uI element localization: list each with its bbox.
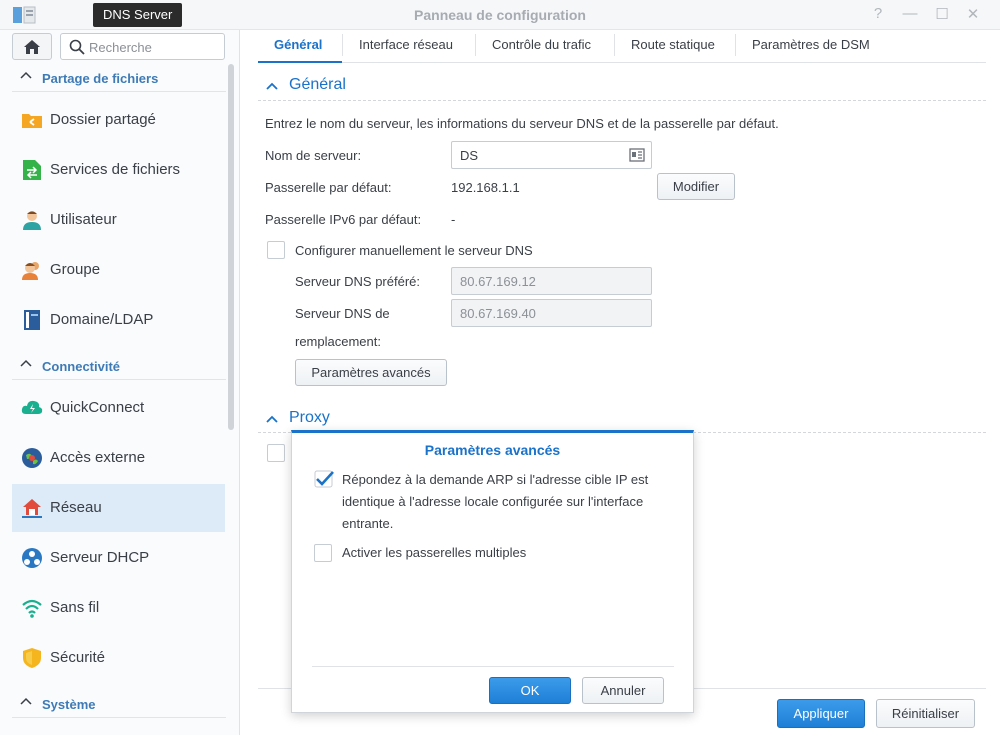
id-card-icon[interactable] <box>629 148 645 162</box>
sidebar-item-user[interactable]: Utilisateur <box>12 196 225 244</box>
home-icon <box>24 39 40 54</box>
alternate-dns-label-cont: remplacement: <box>295 334 381 349</box>
section-connectivity[interactable]: Connectivité <box>12 352 226 380</box>
modify-button[interactable]: Modifier <box>657 173 735 200</box>
chevron-up-icon <box>266 415 278 423</box>
section-system[interactable]: Système <box>12 690 226 718</box>
external-access-icon <box>22 448 42 468</box>
tab-general[interactable]: Général <box>274 37 322 52</box>
shared-folder-icon <box>22 114 42 128</box>
proxy-checkbox[interactable] <box>267 444 285 462</box>
file-services-icon <box>23 160 41 180</box>
sidebar-item-security[interactable]: Sécurité <box>12 634 225 682</box>
tab-static-route[interactable]: Route statique <box>631 37 715 52</box>
default-gateway-label: Passerelle par défaut: <box>265 180 392 195</box>
home-button[interactable] <box>12 33 52 60</box>
multiple-gateways-checkbox[interactable] <box>314 544 332 562</box>
sidebar-item-group[interactable]: Groupe <box>12 246 225 294</box>
wireless-icon <box>22 599 42 618</box>
maximize-icon[interactable]: ☐ <box>932 5 952 23</box>
search-box[interactable] <box>60 33 225 60</box>
user-icon <box>23 211 41 230</box>
title-bar: DNS Server Panneau de configuration ? — … <box>0 0 1000 30</box>
chevron-up-icon <box>20 697 32 705</box>
apply-button[interactable]: Appliquer <box>777 699 865 728</box>
multiple-gateways-label: Activer les passerelles multiples <box>342 545 527 560</box>
sidebar-item-wireless[interactable]: Sans fil <box>12 584 225 632</box>
dhcp-server-icon <box>22 548 42 568</box>
close-icon[interactable]: ✕ <box>963 5 983 23</box>
sidebar: Partage de fichiers Dossier partagé Serv… <box>0 30 240 735</box>
preferred-dns-field[interactable]: 80.67.169.12 <box>451 267 652 295</box>
active-tab-indicator <box>258 61 342 63</box>
arp-option-label-2: identique à l'adresse locale configurée … <box>342 494 644 509</box>
alternate-dns-field[interactable]: 80.67.169.40 <box>451 299 652 327</box>
sidebar-scrollbar[interactable] <box>228 64 234 430</box>
arp-option-label-1: Répondez à la demande ARP si l'adresse c… <box>342 472 649 487</box>
search-icon <box>69 39 85 55</box>
window-title: Panneau de configuration <box>414 7 586 23</box>
general-description: Entrez le nom du serveur, les informatio… <box>265 116 779 131</box>
ipv6-gateway-label: Passerelle IPv6 par défaut: <box>265 212 422 227</box>
sidebar-item-external-access[interactable]: Accès externe <box>12 434 225 482</box>
server-name-field[interactable]: DS <box>451 141 652 169</box>
general-group-title[interactable]: Général <box>265 76 465 98</box>
group-icon <box>22 262 39 280</box>
dialog-ok-button[interactable]: OK <box>489 677 571 704</box>
chevron-up-icon <box>20 359 32 367</box>
dialog-cancel-button[interactable]: Annuler <box>582 677 664 704</box>
arp-checkbox-checked[interactable] <box>314 470 334 488</box>
advanced-settings-button[interactable]: Paramètres avancés <box>295 359 447 386</box>
domain-ldap-icon <box>24 310 40 330</box>
network-icon <box>22 499 42 518</box>
sidebar-item-dhcp-server[interactable]: Serveur DHCP <box>12 534 225 582</box>
dialog-title: Paramètres avancés <box>424 442 561 458</box>
tab-bar: Général Interface réseau Contrôle du tra… <box>258 30 986 63</box>
manual-dns-checkbox[interactable] <box>267 241 285 259</box>
tab-network-interface[interactable]: Interface réseau <box>359 37 453 52</box>
alternate-dns-label: Serveur DNS de <box>295 306 390 321</box>
sidebar-item-network[interactable]: Réseau <box>12 484 225 532</box>
manual-dns-label: Configurer manuellement le serveur DNS <box>295 243 533 258</box>
shield-icon <box>23 648 41 668</box>
arp-option-label-3: entrante. <box>342 516 394 531</box>
preferred-dns-label: Serveur DNS préféré: <box>295 274 420 289</box>
advanced-settings-dialog: Paramètres avancés Répondez à la demande… <box>291 430 694 713</box>
sidebar-item-domain-ldap[interactable]: Domaine/LDAP <box>12 296 225 344</box>
tab-dsm-settings[interactable]: Paramètres de DSM <box>752 37 870 52</box>
minimize-icon[interactable]: — <box>900 5 920 22</box>
quickconnect-icon <box>21 400 43 414</box>
reset-button[interactable]: Réinitialiser <box>876 699 975 728</box>
proxy-group-title[interactable]: Proxy <box>265 409 465 431</box>
chevron-up-icon <box>20 71 32 79</box>
sidebar-item-shared-folder[interactable]: Dossier partagé <box>12 96 225 144</box>
default-gateway-value: 192.168.1.1 <box>451 180 520 195</box>
chevron-up-icon <box>266 82 278 90</box>
ipv6-gateway-value: - <box>451 212 456 227</box>
section-file-sharing[interactable]: Partage de fichiers <box>12 64 226 92</box>
server-name-label: Nom de serveur: <box>265 148 362 163</box>
sidebar-item-file-services[interactable]: Services de fichiers <box>12 146 225 194</box>
tab-traffic-control[interactable]: Contrôle du trafic <box>492 37 591 52</box>
help-icon[interactable]: ? <box>868 5 888 22</box>
search-input[interactable] <box>89 38 219 56</box>
sidebar-item-quickconnect[interactable]: QuickConnect <box>12 384 225 432</box>
